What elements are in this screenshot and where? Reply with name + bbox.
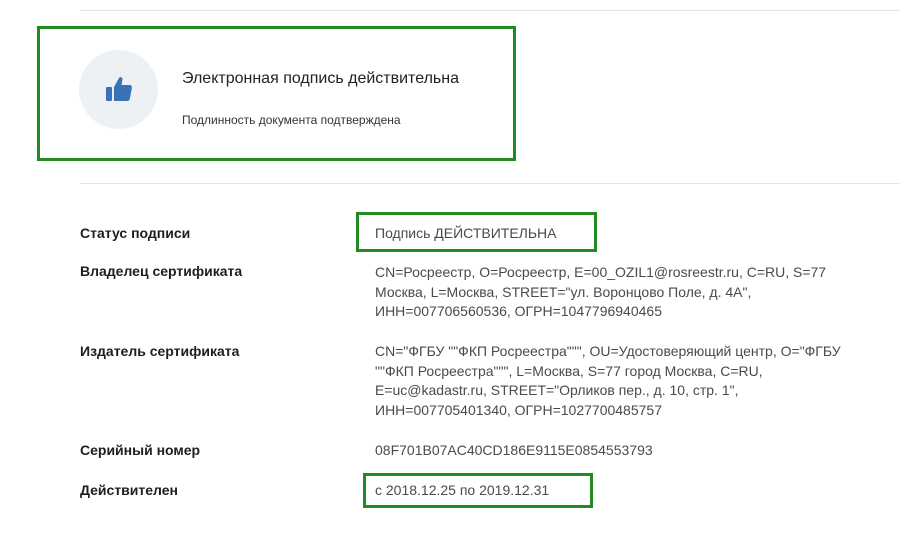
- banner-highlight-frame: [37, 26, 516, 161]
- validity-highlight-frame: [363, 473, 593, 508]
- serial-number-label: Серийный номер: [80, 442, 201, 458]
- certificate-issuer-line: ""ФКП Росреестра""", L=Москва, S=77 горо…: [375, 362, 763, 379]
- certificate-owner-line: Москва, L=Москва, STREET="ул. Воронцово …: [375, 283, 752, 300]
- validity-label: Действителен: [80, 482, 178, 498]
- certificate-issuer-line: CN="ФГБУ ""ФКП Росреестра""", OU=Удостов…: [375, 343, 841, 359]
- certificate-issuer-line: ИНН=007705401340, ОГРН=1027700485757: [375, 401, 662, 418]
- section-divider: [80, 183, 900, 184]
- certificate-owner-label: Владелец сертификата: [80, 263, 243, 279]
- certificate-issuer-line: E=uc@kadastr.ru, STREET="Орликов пер., д…: [375, 382, 739, 398]
- certificate-issuer-value: CN="ФГБУ ""ФКП Росреестра""", OU=Удостов…: [375, 342, 880, 420]
- certificate-owner-line: ИНН=007706560536, ОГРН=1047796940465: [375, 303, 662, 319]
- status-highlight-frame: [356, 212, 597, 252]
- status-label: Статус подписи: [80, 225, 191, 241]
- serial-number-value: 08F701B07AC40CD186E9115E0854553793: [375, 442, 653, 458]
- certificate-owner-line: CN=Росреестр, O=Росреестр, E=00_OZIL1@ro…: [375, 264, 827, 280]
- top-divider: [80, 10, 900, 11]
- certificate-owner-value: CN=Росреестр, O=Росреестр, E=00_OZIL1@ro…: [375, 263, 880, 322]
- certificate-issuer-label: Издатель сертификата: [80, 343, 240, 359]
